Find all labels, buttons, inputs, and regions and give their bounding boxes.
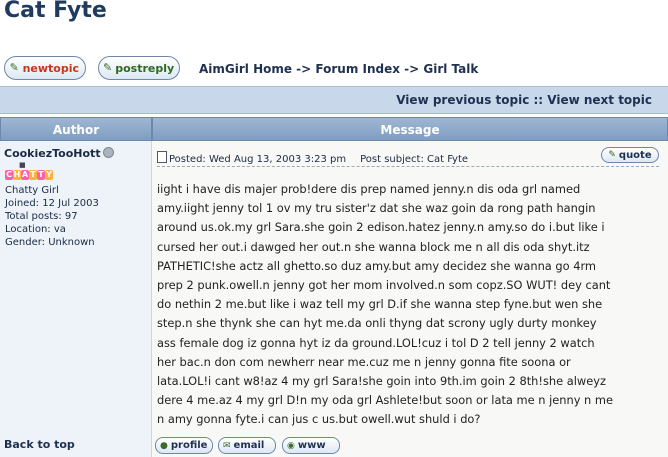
post-icon — [157, 151, 167, 163]
topic-nav-bar: View previous topic :: View next topic — [0, 86, 668, 114]
quote-button[interactable]: ✎ quote — [601, 147, 659, 163]
post-line: cursed her out.i dawged her out.n she wa… — [157, 239, 590, 254]
breadcrumb[interactable]: AimGirl Home -> Forum Index -> Girl Talk — [199, 62, 478, 76]
author-column-header: Author — [0, 117, 152, 141]
post-divider — [157, 166, 659, 167]
post-line: iight i have dis majer prob!dere dis pre… — [157, 182, 581, 196]
post-line: PATHETIC!she actz all ghetto.so duz amy.… — [157, 258, 597, 273]
post-line: amy.iight jenny tol 1 ov my tru sister'z… — [157, 201, 596, 216]
post-reply-button[interactable]: ✎ postreply — [98, 56, 180, 80]
www-icon: ◉ — [287, 440, 295, 451]
poster-location: Location: va — [5, 224, 66, 235]
poster-username-text: CookiezTooHott — [4, 147, 101, 160]
profile-button[interactable]: ● profile — [155, 437, 213, 454]
message-column-header: Message — [152, 117, 668, 141]
www-button[interactable]: ◉ www — [282, 437, 340, 454]
post-line: her bac.n don com newherr near me.cuz me… — [157, 354, 571, 369]
new-topic-icon: ✎ — [9, 61, 19, 74]
post-line: dere 4 me.az 4 my grl D!n my oda grl Ash… — [157, 393, 614, 408]
quote-label: quote — [618, 149, 652, 161]
profile-label: profile — [170, 440, 208, 451]
poster-rank: Chatty Girl — [5, 185, 59, 196]
post-line: around us.ok.my grl Sara.she goin 2 edis… — [157, 220, 605, 235]
post-meta: Posted: Wed Aug 13, 2003 3:23 pm Post sub… — [157, 151, 468, 165]
poster-username[interactable]: CookiezTooHott — [4, 147, 114, 160]
poster-joined: Joined: 12 Jul 2003 — [5, 198, 99, 209]
post-subject: Post subject: Cat Fyte — [360, 154, 469, 165]
post-line: do nethin 2 me.but like i waz tell my gr… — [157, 297, 603, 312]
post-body: iight i have dis majer prob!dere dis pre… — [157, 180, 661, 430]
rank-letter: T — [29, 170, 37, 180]
rank-image: ■ C H A T T Y — [5, 162, 57, 181]
rank-letter: T — [37, 170, 45, 180]
www-label: www — [297, 440, 326, 451]
rank-letter: C — [5, 170, 13, 180]
post-reply-label: postreply — [115, 61, 175, 75]
rank-letter: H — [13, 170, 21, 180]
offline-status-icon — [102, 147, 114, 158]
post-date: Posted: Wed Aug 13, 2003 3:23 pm — [169, 154, 347, 165]
post-line: lata.LOL!i cant w8!az 4 my grl Sara!she … — [157, 374, 606, 389]
new-topic-button[interactable]: ✎ newtopic — [4, 56, 86, 80]
post-line: ass female dog iz gonna hyt iz da ground… — [157, 335, 595, 350]
email-icon: ✉ — [223, 440, 231, 451]
post-line: prep 2 punk.owell.n jenny got her mom in… — [157, 278, 611, 293]
post-line: step.n she thynk she can hyt me.da onli … — [157, 316, 597, 331]
page-title: Cat Fyte — [4, 0, 107, 23]
poster-total-posts: Total posts: 97 — [5, 211, 78, 222]
rank-letter: A — [21, 170, 29, 180]
new-topic-label: newtopic — [22, 61, 79, 75]
profile-icon: ● — [160, 440, 168, 451]
poster-info: Chatty Girl Joined: 12 Jul 2003 Total po… — [5, 184, 99, 249]
topic-nav-links[interactable]: View previous topic :: View next topic — [396, 93, 652, 107]
back-to-top-link[interactable]: Back to top — [4, 438, 75, 451]
email-label: email — [233, 440, 265, 451]
rank-letter: Y — [45, 170, 53, 180]
rank-cat-icon: ■ — [19, 161, 26, 169]
quote-icon: ✎ — [608, 150, 616, 160]
poster-gender: Gender: Unknown — [5, 237, 95, 248]
post-reply-icon: ✎ — [103, 61, 113, 74]
email-button[interactable]: ✉ email — [218, 437, 276, 454]
post-line: n amy gonna fyte.i can jus c us.but owel… — [157, 412, 481, 427]
